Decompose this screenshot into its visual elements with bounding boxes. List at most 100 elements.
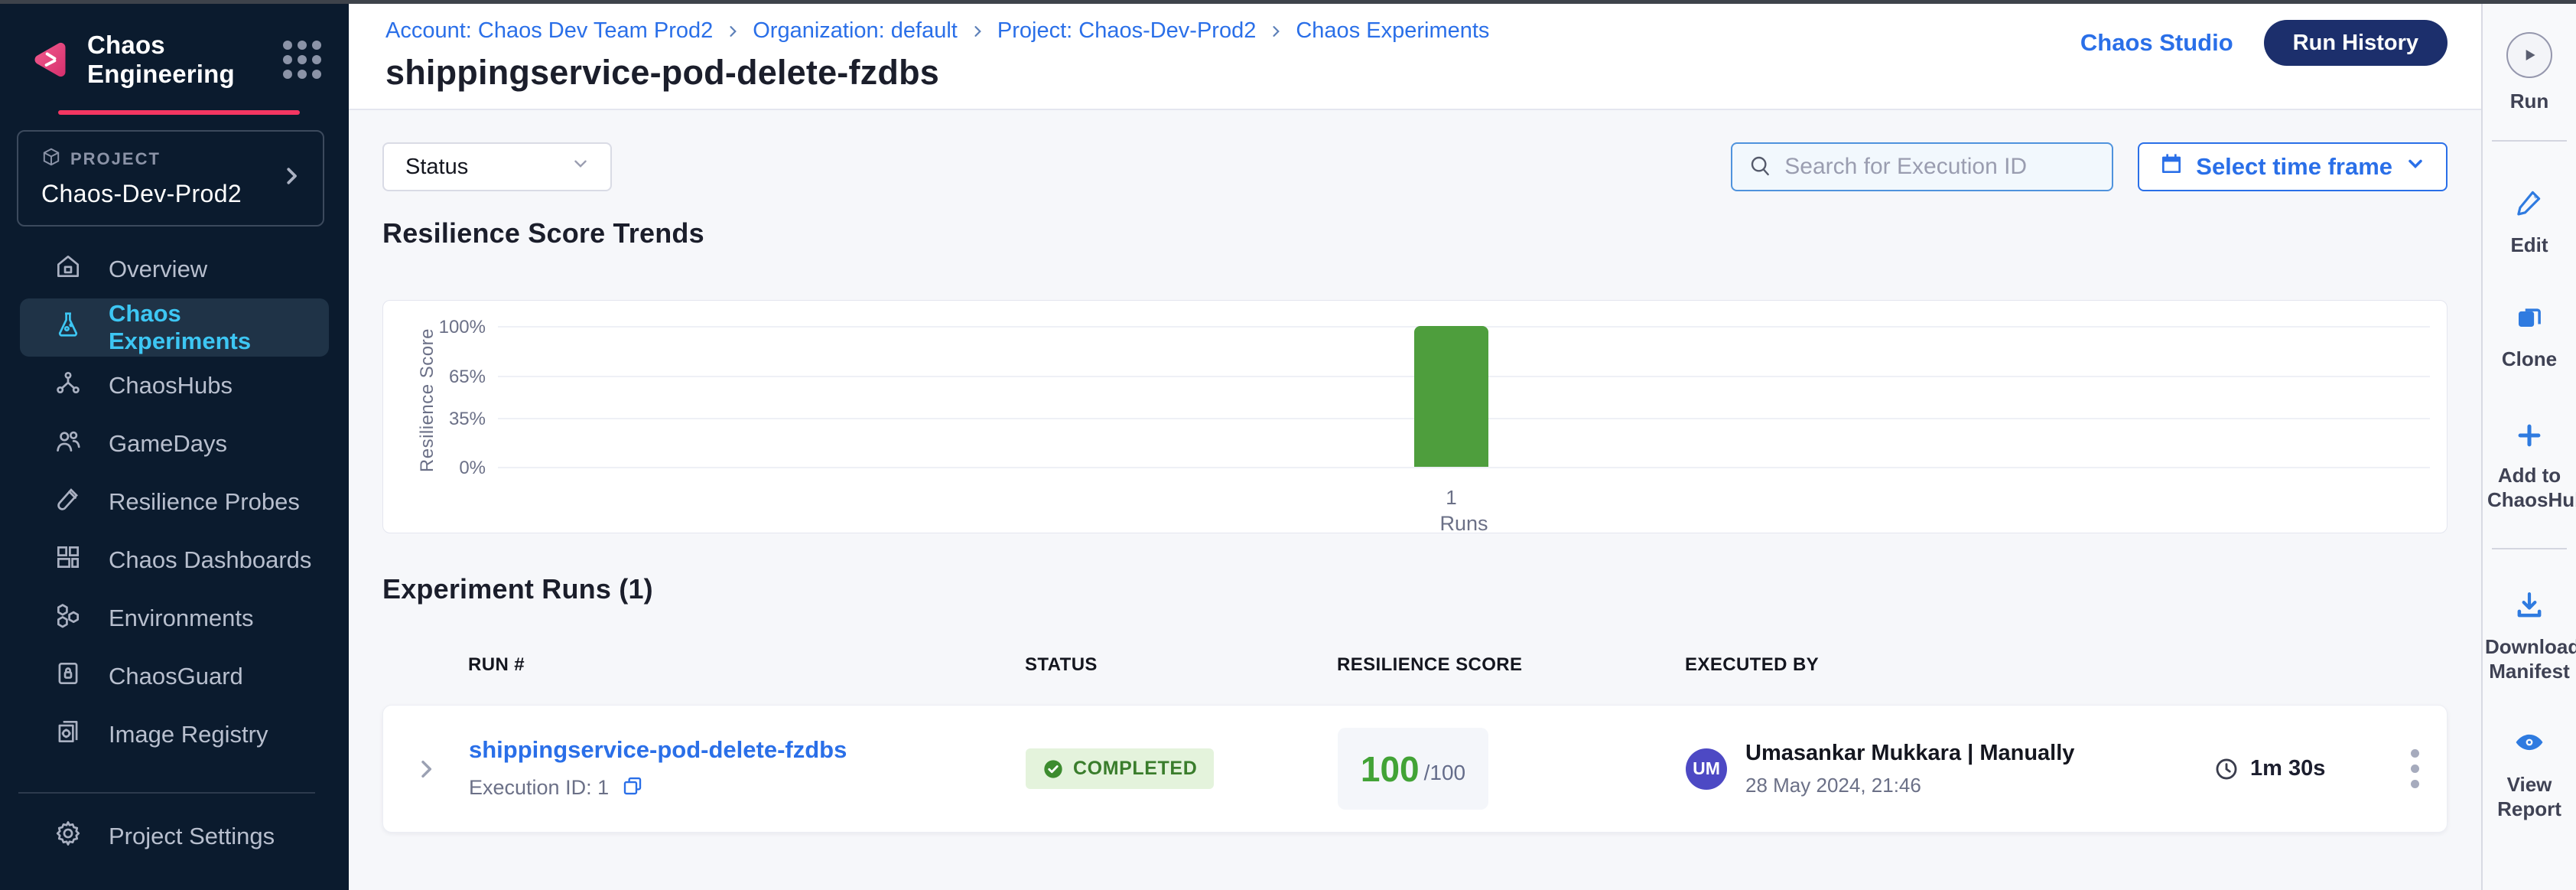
clock-icon <box>2213 756 2239 782</box>
breadcrumb: Account: Chaos Dev Team Prod2 Organizati… <box>385 18 1489 44</box>
edit-button[interactable]: Edit <box>2510 186 2548 258</box>
main-area: Account: Chaos Dev Team Prod2 Organizati… <box>349 0 2481 890</box>
sidebar-menu: Overview Chaos Experiments ChaosHubs Gam… <box>0 240 349 792</box>
column-header-status: STATUS <box>1025 654 1337 676</box>
filter-bar: Status Select time frame <box>382 142 2448 191</box>
table-row[interactable]: shippingservice-pod-delete-fzdbs Executi… <box>382 705 2448 833</box>
runs-table-header: RUN # STATUS RESILIENCE SCORE EXECUTED B… <box>382 654 2448 676</box>
resilience-score-chart: Resilience Score 100% 65% 35% 0% 1 Runs <box>382 300 2448 533</box>
sidebar-item-image-registry[interactable]: Image Registry <box>0 706 349 764</box>
clone-icon <box>2513 300 2545 336</box>
view-report-label: View Report <box>2491 772 2568 822</box>
breadcrumb-chaos-experiments[interactable]: Chaos Experiments <box>1296 18 1489 44</box>
y-tick-label: 65% <box>412 367 486 388</box>
chart-bar[interactable] <box>1414 326 1488 467</box>
plus-icon <box>2515 421 2544 454</box>
chevron-right-icon <box>280 165 303 191</box>
resilience-trends-title: Resilience Score Trends <box>382 217 2448 249</box>
app-switcher-icon[interactable] <box>283 41 321 79</box>
run-duration: 1m 30s <box>2213 756 2382 782</box>
sidebar: Chaos Engineering PROJECT Chaos-Dev-Prod… <box>0 0 349 890</box>
add-to-chaoshub-label: Add to ChaosHub <box>2487 463 2571 513</box>
sidebar-item-label: Environments <box>109 605 254 632</box>
run-experiment-button[interactable]: Run <box>2506 32 2552 114</box>
sidebar-item-label: ChaosHubs <box>109 372 233 399</box>
search-input[interactable] <box>1784 154 2096 180</box>
flask-icon <box>54 310 83 345</box>
copy-icon[interactable] <box>621 774 644 801</box>
page-header: Account: Chaos Dev Team Prod2 Organizati… <box>349 0 2481 110</box>
chaos-studio-link[interactable]: Chaos Studio <box>2080 29 2233 57</box>
view-report-button[interactable]: View Report <box>2491 725 2568 822</box>
column-header-executed-by: EXECUTED BY <box>1685 654 2213 676</box>
expand-row-chevron-icon[interactable] <box>383 757 469 781</box>
gear-icon <box>54 819 83 854</box>
chevron-down-icon <box>2405 153 2426 181</box>
chaos-engineering-logo-icon <box>31 40 70 80</box>
add-to-chaoshub-button[interactable]: Add to ChaosHub <box>2487 421 2571 513</box>
calendar-icon <box>2159 152 2184 182</box>
chevron-right-icon <box>970 24 985 39</box>
page-title: shippingservice-pod-delete-fzdbs <box>385 53 1489 93</box>
sidebar-item-project-settings[interactable]: Project Settings <box>0 794 349 879</box>
y-tick-label: 35% <box>412 409 486 430</box>
executed-by-cell: UM Umasankar Mukkara | Manually 28 May 2… <box>1686 741 2213 797</box>
select-time-frame-button[interactable]: Select time frame <box>2138 142 2448 191</box>
x-tick-label: 1 <box>1414 486 1488 510</box>
breadcrumb-organization[interactable]: Organization: default <box>753 18 958 44</box>
brand-underline <box>58 110 300 115</box>
status-filter-dropdown[interactable]: Status <box>382 142 612 191</box>
sidebar-item-chaos-dashboards[interactable]: Chaos Dashboards <box>0 531 349 589</box>
hexagons-icon <box>54 601 83 636</box>
status-text: COMPLETED <box>1073 758 1197 780</box>
project-label: PROJECT <box>70 149 161 169</box>
window-top-edge <box>0 0 2576 4</box>
sidebar-item-label: Chaos Experiments <box>109 300 329 355</box>
time-frame-label: Select time frame <box>2196 153 2392 181</box>
hub-icon <box>54 368 83 403</box>
sidebar-item-chaoshubs[interactable]: ChaosHubs <box>0 357 349 415</box>
chevron-right-icon <box>1268 24 1283 39</box>
y-tick-label: 100% <box>412 317 486 338</box>
clone-button[interactable]: Clone <box>2502 300 2557 372</box>
chart-gridline: 0% <box>498 467 2430 468</box>
sidebar-item-label: Chaos Dashboards <box>109 546 311 574</box>
run-label: Run <box>2510 89 2549 114</box>
breadcrumb-project[interactable]: Project: Chaos-Dev-Prod2 <box>997 18 1256 44</box>
sidebar-item-environments[interactable]: Environments <box>0 589 349 647</box>
chart-x-axis-label: Runs <box>498 512 2430 536</box>
score-total: /100 <box>1424 761 1466 785</box>
y-tick-label: 0% <box>412 458 486 479</box>
lock-icon <box>54 659 83 694</box>
score-value: 100 <box>1361 748 1420 790</box>
app-title: Chaos Engineering <box>87 31 283 89</box>
action-rail: Run Edit Clone Add to ChaosHub Download … <box>2481 0 2576 890</box>
chart-plot-area: 100% 65% 35% 0% 1 Runs <box>498 326 2430 467</box>
breadcrumb-account[interactable]: Account: Chaos Dev Team Prod2 <box>385 18 713 44</box>
row-menu-kebab-icon[interactable] <box>2382 749 2447 788</box>
run-name-link[interactable]: shippingservice-pod-delete-fzdbs <box>469 736 847 764</box>
play-icon[interactable] <box>2506 32 2552 78</box>
sidebar-item-label: Image Registry <box>109 721 268 748</box>
download-manifest-button[interactable]: Download Manifest <box>2485 589 2574 684</box>
home-icon <box>54 252 83 287</box>
sidebar-item-resilience-probes[interactable]: Resilience Probes <box>0 473 349 531</box>
sidebar-item-chaos-experiments[interactable]: Chaos Experiments <box>20 298 329 357</box>
run-history-button[interactable]: Run History <box>2264 20 2448 66</box>
sidebar-item-label: GameDays <box>109 430 227 458</box>
chevron-right-icon <box>725 24 740 39</box>
pencil-icon <box>2513 186 2545 222</box>
executed-by-name: Umasankar Mukkara | Manually <box>1745 741 2074 766</box>
sidebar-item-label: Resilience Probes <box>109 488 300 516</box>
download-icon <box>2513 589 2545 625</box>
cube-icon <box>41 147 61 171</box>
people-icon <box>54 426 83 461</box>
status-badge: COMPLETED <box>1026 748 1214 789</box>
rail-divider <box>2492 140 2567 142</box>
rail-divider <box>2492 548 2567 549</box>
sidebar-item-overview[interactable]: Overview <box>0 240 349 298</box>
sidebar-item-chaosguard[interactable]: ChaosGuard <box>0 647 349 706</box>
project-selector[interactable]: PROJECT Chaos-Dev-Prod2 <box>17 130 324 227</box>
sidebar-item-label: Overview <box>109 256 207 283</box>
sidebar-item-gamedays[interactable]: GameDays <box>0 415 349 473</box>
